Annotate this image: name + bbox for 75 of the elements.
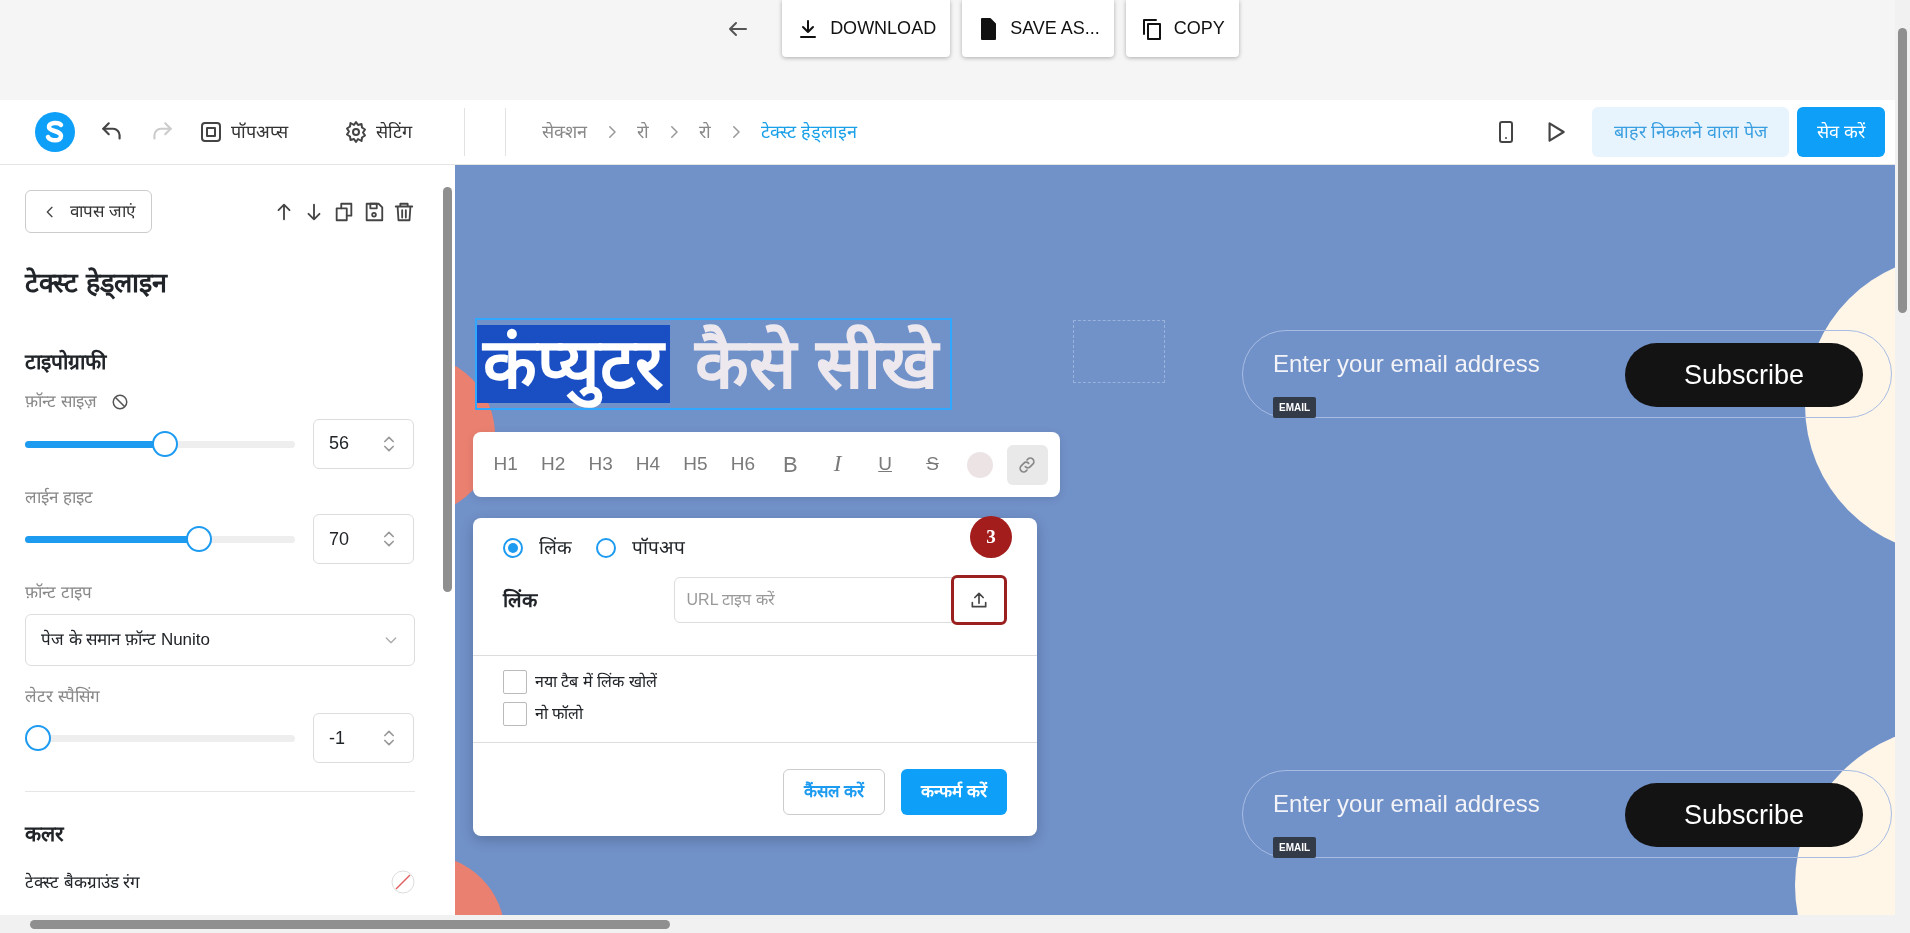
- menu-button[interactable]: सेटिंग: [344, 118, 412, 146]
- menu-button[interactable]: पॉपअप्स: [199, 118, 288, 146]
- breadcrumb-link[interactable]: रो: [699, 118, 711, 146]
- cancel-button[interactable]: कैंसल करें: [782, 768, 886, 815]
- slider-thumb[interactable]: [25, 725, 51, 751]
- radio-button[interactable]: [596, 538, 616, 559]
- upload-button[interactable]: [951, 574, 1007, 625]
- toolbar-button[interactable]: S: [911, 444, 954, 485]
- empty-drop-zone[interactable]: [1073, 320, 1165, 383]
- no-color-swatch-icon[interactable]: [391, 870, 415, 895]
- duplicate-icon[interactable]: [333, 200, 355, 223]
- field-label: फ़ॉन्ट टाइप: [25, 582, 92, 604]
- checkbox[interactable]: [503, 669, 527, 694]
- reset-icon[interactable]: [110, 392, 129, 411]
- checkbox-label: नया टैब में लिंक खोलें: [535, 671, 657, 692]
- checkbox-label: नो फॉलो: [535, 703, 584, 724]
- field-label: लेटर स्पैसिंग: [25, 685, 100, 708]
- field-tag: EMAIL: [1273, 837, 1317, 858]
- export-button[interactable]: SAVE AS...: [962, 0, 1114, 57]
- option-label: पॉपअप: [632, 536, 685, 560]
- number-input[interactable]: -1: [313, 713, 414, 763]
- save-button[interactable]: सेव करें: [1797, 107, 1885, 157]
- subscribe-button[interactable]: Subscribe: [1625, 783, 1863, 847]
- toolbar-button[interactable]: H4: [627, 444, 669, 485]
- section-heading: कलर: [25, 821, 66, 847]
- delete-icon[interactable]: [393, 200, 415, 223]
- export-button[interactable]: DOWNLOAD: [782, 0, 951, 57]
- slider[interactable]: [25, 725, 295, 751]
- number-input[interactable]: 56: [313, 418, 414, 469]
- toolbar-button[interactable]: H2: [532, 444, 574, 485]
- field-label: लाईन हाइट: [25, 486, 93, 509]
- toolbar-button[interactable]: H5: [674, 444, 717, 485]
- vertical-scrollbar[interactable]: [1895, 0, 1910, 933]
- step-number-badge: 3: [970, 516, 1012, 558]
- back-button[interactable]: वापस जाएं: [25, 190, 152, 233]
- field-tag: EMAIL: [1273, 397, 1317, 418]
- horizontal-scrollbar[interactable]: [0, 915, 1895, 933]
- slider-thumb[interactable]: [151, 430, 178, 457]
- exit-page-button[interactable]: बाहर निकलने वाला पेज: [1591, 107, 1789, 157]
- option-label: लिंक: [539, 536, 572, 560]
- subscribe-button[interactable]: Subscribe: [1625, 343, 1863, 407]
- toolbar-button[interactable]: I: [816, 444, 859, 485]
- toolbar-button[interactable]: H6: [722, 444, 764, 485]
- breadcrumb-link[interactable]: सेक्शन: [542, 118, 587, 146]
- section-heading: टाइपोग्राफी: [25, 348, 108, 375]
- save-icon[interactable]: [363, 200, 385, 223]
- export-button[interactable]: COPY: [1125, 0, 1239, 57]
- settings-icon: [344, 120, 368, 144]
- slider[interactable]: [25, 526, 295, 552]
- field-label: टेक्स्ट बैकग्राउंड रंग: [25, 871, 141, 894]
- toolbar-button[interactable]: H3: [579, 444, 622, 485]
- link-button[interactable]: [1006, 444, 1049, 485]
- checkbox[interactable]: [503, 701, 527, 726]
- breadcrumb-link[interactable]: रो: [637, 118, 649, 146]
- toolbar-button[interactable]: B: [769, 444, 811, 485]
- scrollbar-thumb[interactable]: [443, 187, 452, 592]
- url-input-field[interactable]: URL टाइप करें: [673, 576, 954, 623]
- breadcrumb-link[interactable]: टेक्स्ट हेड्लाइन: [761, 118, 857, 146]
- logo-icon[interactable]: [35, 112, 75, 152]
- toolbar-button[interactable]: H1: [485, 444, 527, 485]
- slider-thumb[interactable]: [186, 526, 213, 552]
- field-label: फ़ॉन्ट साइज़: [25, 391, 97, 413]
- confirm-button[interactable]: कन्फर्म करें: [901, 768, 1007, 815]
- toolbar-button[interactable]: U: [864, 444, 906, 485]
- field-label: लिंक: [503, 587, 539, 613]
- slider[interactable]: [25, 430, 295, 457]
- radio-button[interactable]: [503, 538, 523, 559]
- number-input[interactable]: 70: [313, 514, 414, 564]
- link-icon: [1017, 454, 1038, 475]
- scrollbar-thumb[interactable]: [30, 920, 670, 929]
- font-select[interactable]: पेज के समान फ़ॉन्ट Nunito: [25, 613, 415, 666]
- scrollbar-thumb[interactable]: [1898, 28, 1907, 313]
- headline[interactable]: कंप्युटर कैसे सीखे: [475, 318, 952, 410]
- popup-window-icon: [199, 120, 223, 144]
- panel-title: टेक्स्ट हेड्लाइन: [25, 266, 169, 301]
